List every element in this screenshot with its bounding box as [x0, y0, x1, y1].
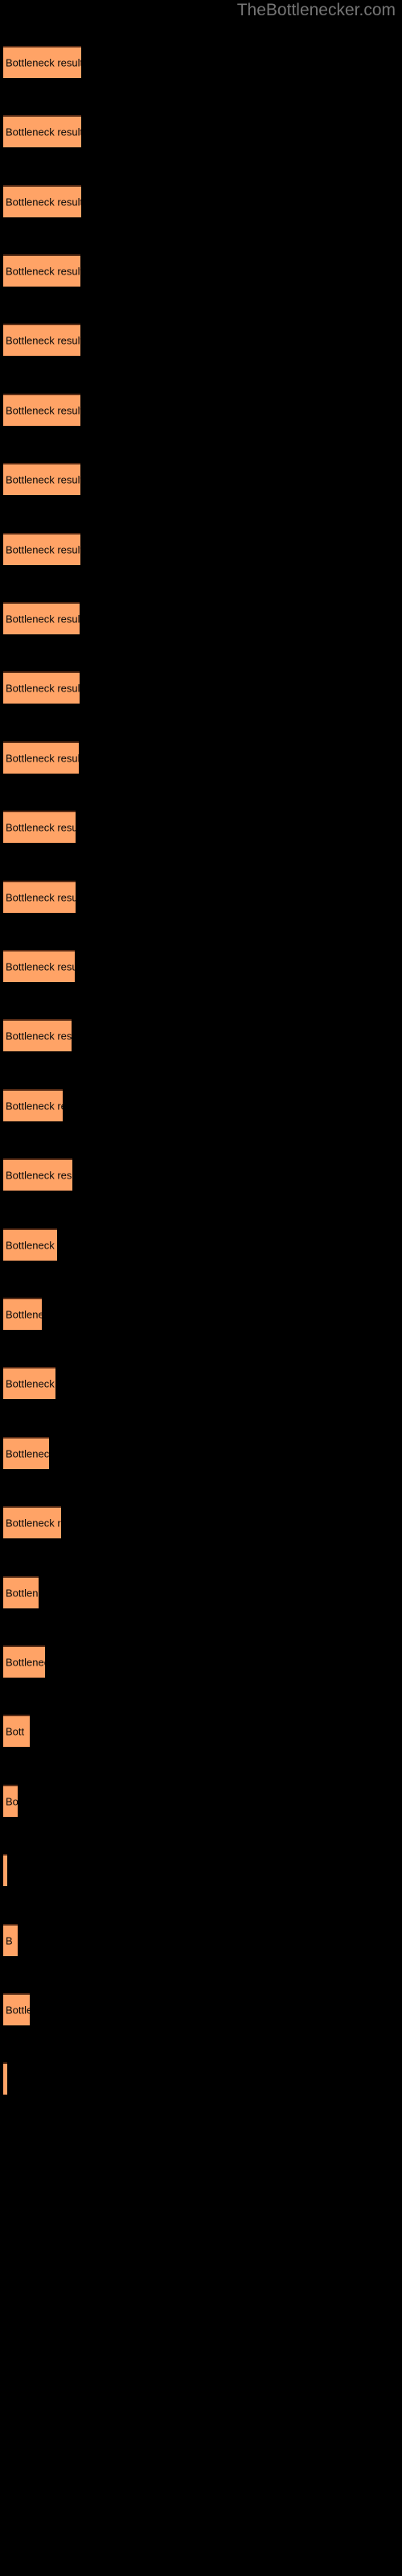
bar-15: Bottleneck result — [3, 1019, 72, 1051]
bar-22: Bottleneck res — [3, 1506, 61, 1538]
bar-label: Bottleneck result — [6, 126, 81, 138]
bar-5: Bottleneck result — [3, 324, 80, 356]
bar-label: Bott — [6, 1725, 25, 1738]
bar-10: Bottleneck result — [3, 671, 80, 704]
bar-11: Bottleneck result — [3, 741, 79, 774]
bar-label: Bottleneck result — [6, 473, 80, 486]
bar-9: Bottleneck result — [3, 602, 80, 634]
bar-label: Bottleneck result — [6, 1030, 72, 1042]
bar-20: Bottleneck re — [3, 1367, 55, 1399]
bar-23: Bottlene — [3, 1576, 39, 1608]
bar-6: Bottleneck result — [3, 394, 80, 426]
bar-label: Bottleneck r — [6, 1656, 45, 1669]
bar-label: Bottleneck res — [6, 1100, 63, 1113]
bar-label: Bottle — [6, 2004, 30, 2017]
bar-label: Bottleneck result — [6, 891, 76, 904]
bar-label: B — [6, 1934, 13, 1947]
bar-label: Bottleneck result — [6, 1169, 72, 1182]
bar-17: Bottleneck result — [3, 1158, 72, 1191]
bar-7: Bottleneck result — [3, 463, 80, 495]
bar-27 — [3, 1854, 7, 1886]
bar-30 — [3, 2062, 7, 2095]
bar-label: Bottleneck result — [6, 821, 76, 834]
bar-label: Bottleneck result — [6, 960, 75, 973]
bar-18: Bottleneck re — [3, 1228, 57, 1261]
bar-2: Bottleneck result — [3, 115, 81, 147]
bar-label: Bottleneck result — [6, 334, 80, 347]
bar-1: Bottleneck result — [3, 46, 81, 78]
bar-8: Bottleneck result — [3, 533, 80, 565]
bar-4: Bottleneck result — [3, 254, 80, 287]
bottleneck-bar-chart: TheBottlenecker.com Bottleneck result Bot… — [0, 0, 402, 2576]
bar-19: Bottlenec — [3, 1298, 42, 1330]
bar-label: Bottlene — [6, 1587, 39, 1600]
bar-21: Bottleneck — [3, 1437, 49, 1469]
bar-29: Bottle — [3, 1993, 30, 2025]
bar-24: Bottleneck r — [3, 1645, 45, 1678]
site-watermark: TheBottlenecker.com — [236, 1, 396, 19]
bar-14: Bottleneck result — [3, 950, 75, 982]
bar-label: Bottleneck re — [6, 1377, 55, 1390]
bar-label: Bottleneck result — [6, 752, 79, 765]
bar-label: Bottlenec — [6, 1308, 42, 1321]
bar-12: Bottleneck result — [3, 811, 76, 843]
bar-16: Bottleneck res — [3, 1089, 63, 1121]
bar-label: Bottleneck — [6, 1447, 49, 1460]
bar-label: Bottleneck result — [6, 265, 80, 278]
bar-label: Bottleneck result — [6, 56, 81, 69]
bar-label: Bo — [6, 1795, 18, 1808]
bar-28: B — [3, 1924, 18, 1956]
bar-label: Bottleneck result — [6, 543, 80, 556]
bar-label: Bottleneck result — [6, 613, 80, 625]
bar-3: Bottleneck result — [3, 185, 81, 217]
bar-label: Bottleneck result — [6, 682, 80, 695]
bar-label: Bottleneck result — [6, 196, 81, 208]
bar-13: Bottleneck result — [3, 881, 76, 913]
bar-25: Bott — [3, 1715, 30, 1747]
bar-26: Bo — [3, 1785, 18, 1817]
bar-label: Bottleneck result — [6, 404, 80, 417]
bar-label: Bottleneck res — [6, 1517, 61, 1530]
bar-label: Bottleneck re — [6, 1239, 57, 1252]
